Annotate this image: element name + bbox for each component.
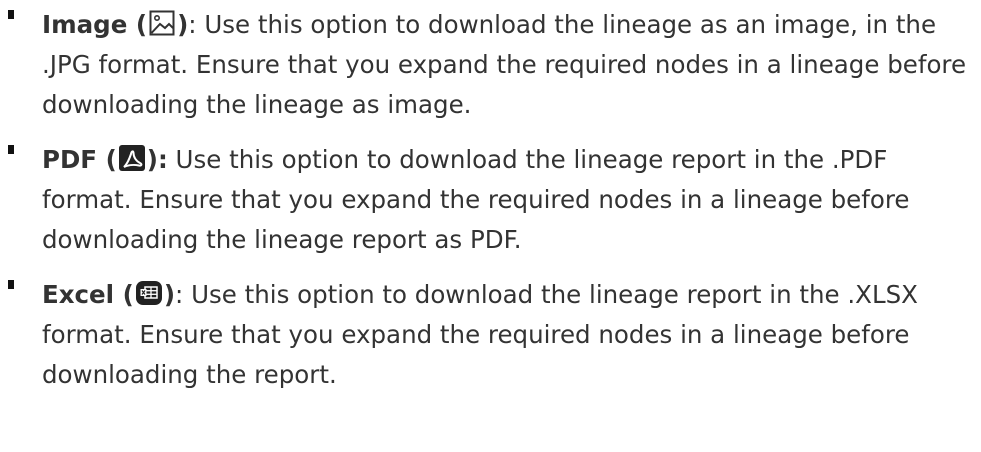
bullet-icon xyxy=(8,280,14,289)
item-colon: : xyxy=(188,10,197,39)
item-label-text: Image xyxy=(42,10,128,39)
list-item-pdf: PDF (): Use this option to download the … xyxy=(0,140,981,260)
paren-close: ) xyxy=(163,280,176,309)
paren-open: ( xyxy=(105,145,117,174)
excel-icon xyxy=(135,279,163,307)
list-item-excel: Excel (): Use this option to download th… xyxy=(0,275,981,395)
pdf-icon xyxy=(118,144,146,172)
image-icon xyxy=(148,9,176,37)
option-list: Image (): Use this option to download th… xyxy=(0,0,981,410)
list-item-image: Image (): Use this option to download th… xyxy=(0,5,981,125)
paren-close: ): xyxy=(146,145,168,174)
item-description: Use this option to download the lineage … xyxy=(42,145,910,254)
bullet-icon xyxy=(8,10,14,19)
item-label-text: PDF xyxy=(42,145,98,174)
item-label: Image () xyxy=(42,10,188,39)
item-label-text: Excel xyxy=(42,280,115,309)
paren-open: ( xyxy=(135,10,148,39)
paren-close: ) xyxy=(177,10,189,39)
item-label: PDF (): xyxy=(42,145,168,174)
document: Image (): Use this option to download th… xyxy=(0,0,981,452)
paren-open: ( xyxy=(122,280,134,309)
item-label: Excel () xyxy=(42,280,175,309)
bullet-icon xyxy=(8,145,14,154)
